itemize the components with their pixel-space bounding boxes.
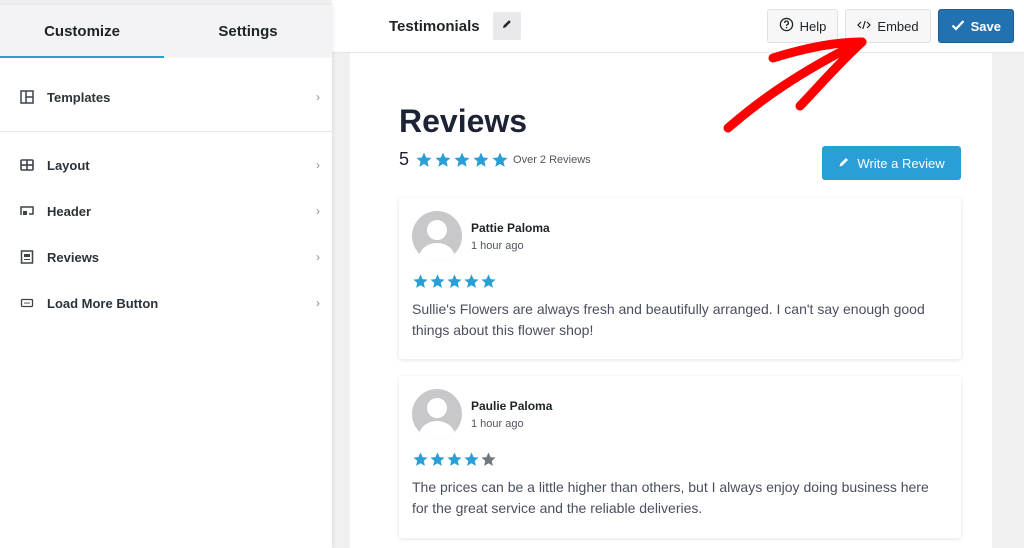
star-filled-icon — [473, 152, 489, 167]
write-review-label: Write a Review — [857, 155, 945, 171]
page-title: Testimonials — [389, 17, 480, 35]
star-filled-icon — [447, 452, 462, 466]
code-icon — [857, 19, 877, 34]
app: Customize Settings Templates › Layout › — [0, 0, 1024, 548]
chevron-right-icon: › — [316, 296, 320, 310]
sidebar-item-layout[interactable]: Layout › — [0, 142, 332, 188]
review-count: Over 2 Reviews — [513, 153, 591, 166]
sidebar-item-label: Layout — [47, 157, 90, 173]
star-filled-icon — [464, 274, 479, 288]
header-icon — [20, 204, 34, 218]
review-header: Pattie Paloma 1 hour ago — [412, 211, 948, 261]
tab-settings[interactable]: Settings — [164, 5, 332, 58]
sidebar-item-label: Templates — [47, 89, 111, 105]
write-review-button[interactable]: Write a Review — [822, 146, 961, 180]
review-card: Paulie Paloma 1 hour ago The prices can … — [399, 376, 961, 538]
review-header: Paulie Paloma 1 hour ago — [412, 389, 948, 439]
rating-summary: 5 Over 2 Reviews — [399, 149, 591, 170]
review-text: The prices can be a little higher than o… — [412, 479, 929, 516]
reviews-heading: Reviews — [399, 103, 528, 139]
star-empty-icon — [481, 452, 496, 466]
sidebar-item-reviews[interactable]: Reviews › — [0, 234, 332, 280]
edit-title-button[interactable] — [492, 12, 521, 40]
tab-customize[interactable]: Customize — [0, 5, 164, 58]
save-button[interactable]: Save — [937, 9, 1014, 43]
review-time: 1 hour ago — [471, 418, 524, 430]
embed-label: Embed — [877, 18, 919, 34]
menu-group-templates: Templates › — [0, 58, 332, 132]
preview-area: Reviews 5 Over 2 Reviews Write a Review … — [332, 53, 1024, 548]
star-filled-icon — [430, 274, 445, 288]
chevron-right-icon: › — [316, 250, 320, 264]
star-filled-icon — [481, 274, 496, 288]
checkmark-icon — [951, 19, 971, 34]
star-filled-icon — [430, 452, 445, 466]
review-stars — [412, 451, 948, 468]
top-bar: Testimonials Help Embed Save — [332, 0, 1024, 53]
reviewer-name: Paulie Paloma — [471, 399, 553, 413]
star-filled-icon — [492, 152, 508, 167]
embed-button[interactable]: Embed — [845, 9, 931, 43]
star-filled-icon — [413, 452, 428, 466]
star-filled-icon — [416, 152, 432, 167]
sidebar-item-label: Header — [47, 203, 92, 219]
star-filled-icon — [447, 274, 462, 288]
load-more-icon — [20, 296, 34, 310]
star-filled-icon — [464, 452, 479, 466]
sidebar-item-label: Reviews — [47, 249, 100, 265]
sidebar-item-templates[interactable]: Templates › — [0, 82, 332, 112]
star-filled-icon — [454, 152, 470, 167]
sidebar-tabs: Customize Settings — [0, 5, 332, 58]
templates-icon — [20, 90, 34, 104]
review-card: Pattie Paloma 1 hour ago Sullie's Flower… — [399, 198, 961, 359]
sidebar-item-load-more-button[interactable]: Load More Button › — [0, 280, 332, 326]
top-actions: Help Embed Save — [766, 9, 1014, 43]
average-stars — [415, 151, 509, 169]
pencil-icon — [838, 156, 857, 171]
reviews-icon — [20, 250, 34, 264]
help-button[interactable]: Help — [766, 9, 839, 43]
star-filled-icon — [435, 152, 451, 167]
chevron-right-icon: › — [316, 90, 320, 104]
star-filled-icon — [413, 274, 428, 288]
sidebar: Customize Settings Templates › Layout › — [0, 5, 332, 548]
reviewer-name: Pattie Paloma — [471, 221, 550, 235]
review-stars — [412, 273, 948, 290]
average-score: 5 — [399, 149, 410, 169]
preview-canvas: Reviews 5 Over 2 Reviews Write a Review … — [350, 53, 992, 548]
sidebar-item-label: Load More Button — [47, 295, 159, 311]
pencil-icon — [501, 17, 513, 35]
save-label: Save — [970, 18, 1001, 34]
chevron-right-icon: › — [316, 204, 320, 218]
avatar — [412, 211, 462, 261]
help-label: Help — [799, 18, 827, 34]
review-text: Sullie's Flowers are always fresh and be… — [412, 301, 925, 338]
avatar — [412, 389, 462, 439]
review-time: 1 hour ago — [471, 240, 524, 252]
chevron-right-icon: › — [316, 158, 320, 172]
layout-icon — [20, 158, 34, 172]
help-icon — [779, 17, 800, 35]
menu-group-sections: Layout › Header › Reviews › Load More Bu… — [0, 132, 332, 326]
sidebar-item-header[interactable]: Header › — [0, 188, 332, 234]
